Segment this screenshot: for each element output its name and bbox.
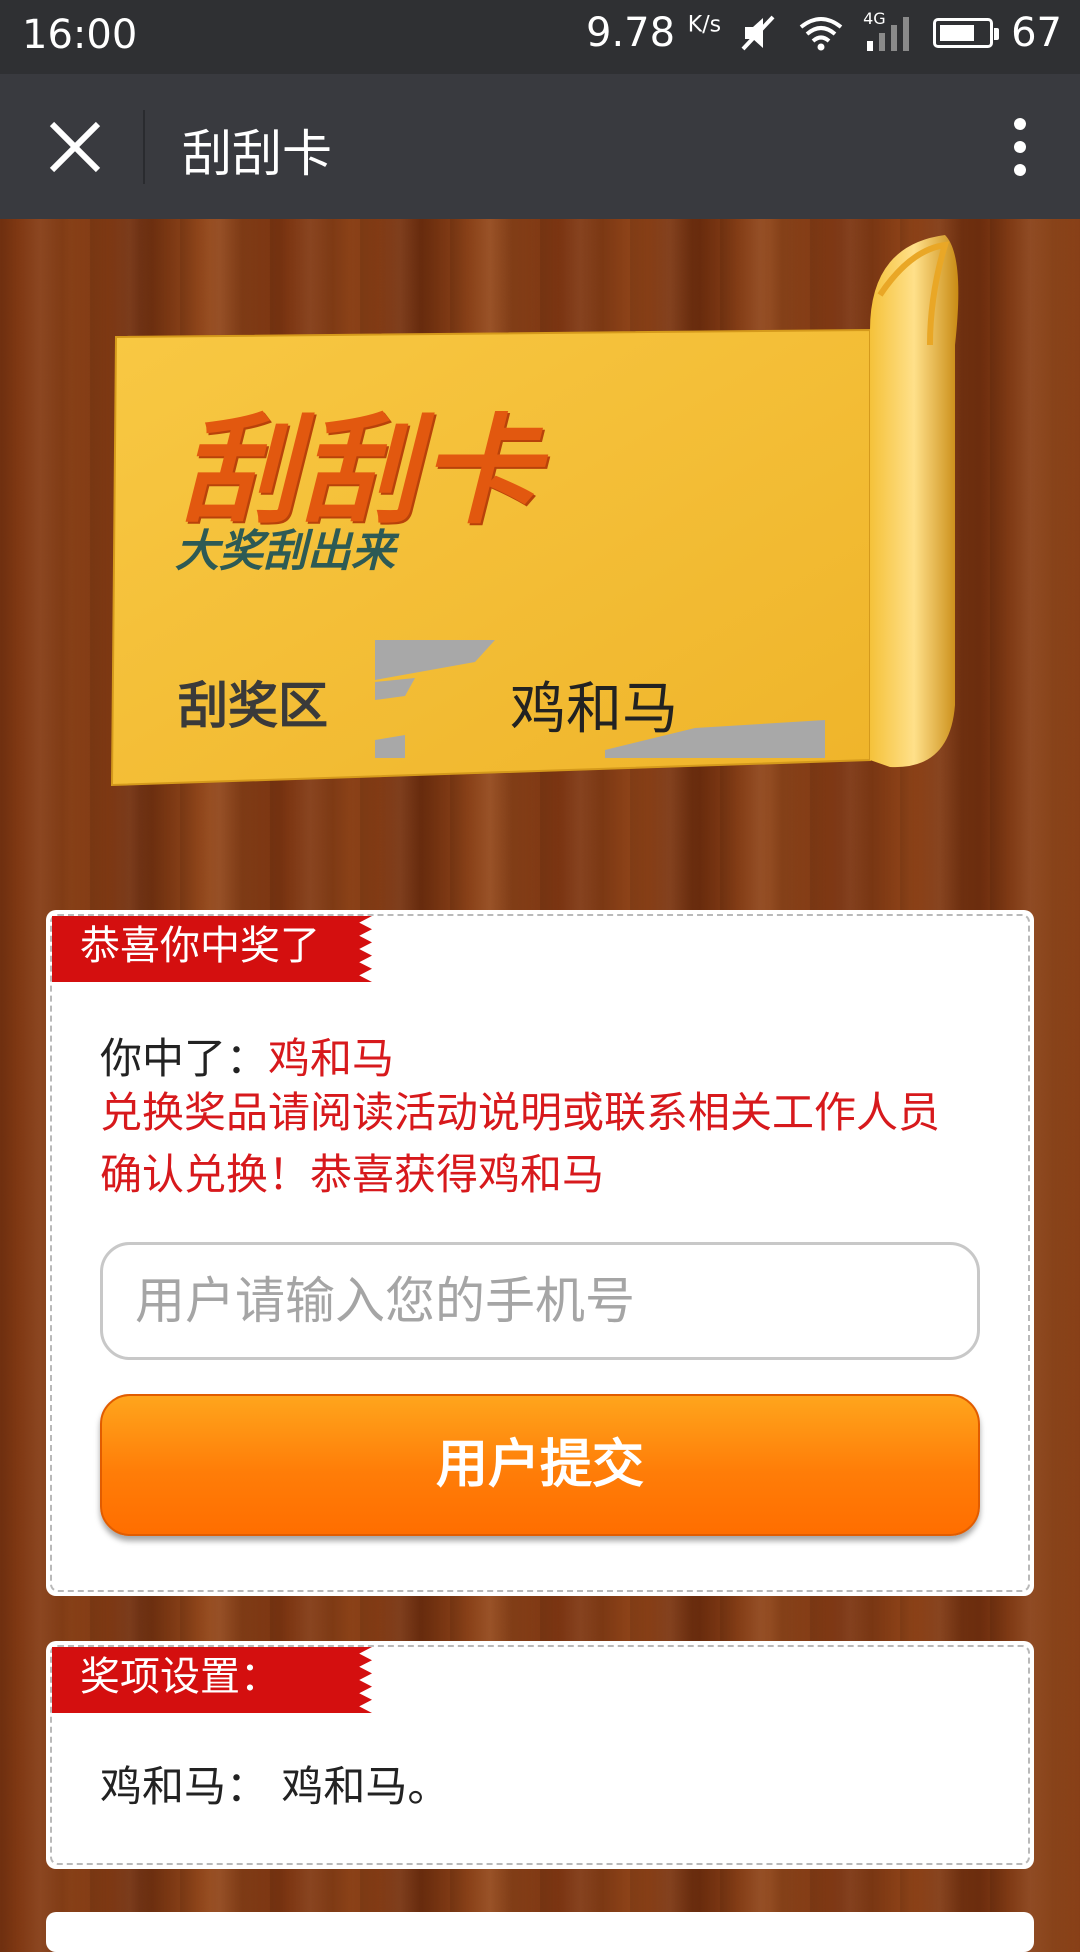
status-bar: 16:00 9.78 K/s 4G 67: [0, 0, 1080, 74]
submit-button[interactable]: 用户提交: [100, 1394, 980, 1536]
battery-level: 67: [1011, 10, 1062, 56]
phone-input[interactable]: [100, 1242, 980, 1360]
nav-divider: [143, 110, 145, 184]
prize-entry: 鸡和马： 鸡和马。: [100, 1762, 450, 1811]
more-options-icon[interactable]: [990, 112, 1050, 182]
next-panel: [46, 1912, 1034, 1952]
status-time: 16:00: [22, 12, 138, 58]
network-speed: 9.78 K/s: [586, 10, 722, 56]
close-icon[interactable]: [40, 112, 110, 182]
nav-bar: 刮刮卡: [0, 74, 1080, 219]
prize-settings-panel: 奖项设置： 鸡和马： 鸡和马。: [46, 1641, 1034, 1869]
redeem-instructions: 兑换奖品请阅读活动说明或联系相关工作人员确认兑换！恭喜获得鸡和马: [100, 1088, 941, 1199]
speed-unit: K/s: [687, 12, 722, 38]
scratch-result: 鸡和马: [510, 677, 678, 742]
won-line: 你中了：鸡和马: [100, 1025, 394, 1086]
win-tag: 恭喜你中奖了: [52, 916, 372, 982]
card-subtitle: 大奖刮出来: [175, 526, 395, 577]
won-prefix: 你中了：: [100, 1034, 269, 1083]
win-panel: 恭喜你中奖了 你中了：鸡和马 兑换奖品请阅读活动说明或联系相关工作人员确认兑换！…: [46, 910, 1034, 1596]
wifi-icon: [799, 17, 843, 51]
prize-settings-tag: 奖项设置：: [52, 1647, 372, 1713]
signal-icon: 4G: [863, 9, 915, 53]
battery-icon: [933, 18, 1000, 48]
page-title: 刮刮卡: [182, 125, 332, 183]
scratch-area-label: 刮奖区: [178, 677, 328, 735]
won-prize: 鸡和马: [268, 1034, 395, 1083]
mute-icon: [741, 15, 775, 51]
status-indicators: 9.78 K/s 4G 67: [586, 9, 1062, 56]
